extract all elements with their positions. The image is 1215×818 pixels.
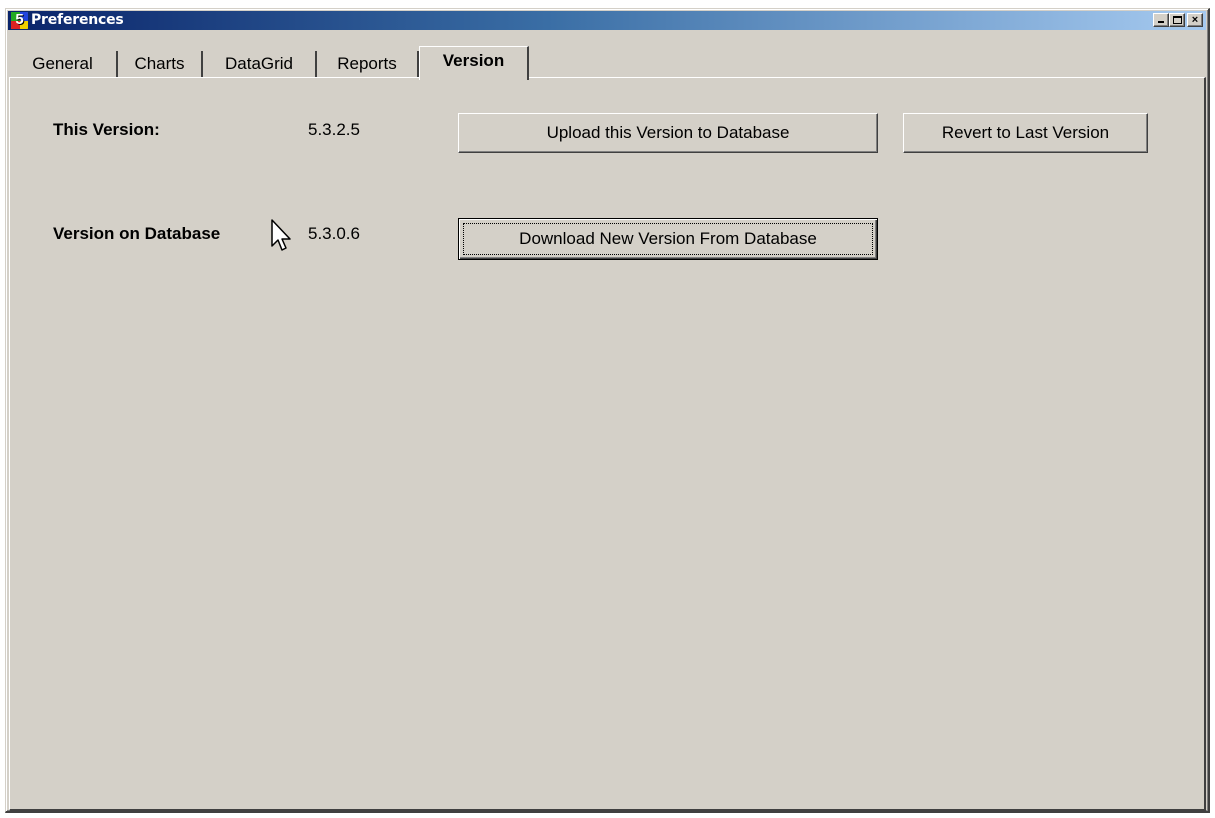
tab-datagrid[interactable]: DataGrid <box>203 51 317 78</box>
tab-version[interactable]: Version <box>419 46 529 80</box>
tab-charts[interactable]: Charts <box>118 51 203 78</box>
preferences-window: 5 Preferences × General Charts DataGrid … <box>5 8 1210 813</box>
window-title: Preferences <box>31 12 124 28</box>
tab-label: Reports <box>337 54 397 73</box>
tab-reports[interactable]: Reports <box>317 51 419 78</box>
close-button[interactable]: × <box>1187 13 1203 27</box>
maximize-icon <box>1173 16 1182 24</box>
tab-label: General <box>32 54 93 73</box>
download-version-button[interactable]: Download New Version From Database <box>458 218 878 260</box>
mouse-pointer-icon <box>271 219 291 251</box>
app-icon[interactable]: 5 <box>11 12 28 29</box>
minimize-button[interactable] <box>1153 13 1169 27</box>
db-version-value: 5.3.0.6 <box>308 224 360 243</box>
title-bar[interactable]: 5 Preferences × <box>8 11 1206 30</box>
tab-label: Charts <box>134 54 185 73</box>
tab-label: DataGrid <box>224 54 294 73</box>
tab-label: Version <box>442 51 505 70</box>
upload-version-button[interactable]: Upload this Version to Database <box>458 113 878 153</box>
minimize-icon <box>1158 21 1164 23</box>
tab-general[interactable]: General <box>9 51 118 78</box>
this-version-value: 5.3.2.5 <box>308 120 360 139</box>
db-version-label: Version on Database <box>53 224 221 243</box>
close-icon: × <box>1191 14 1199 26</box>
version-tab-panel: This Version: 5.3.2.5 Upload this Versio… <box>9 77 1206 811</box>
revert-version-button[interactable]: Revert to Last Version <box>903 113 1148 153</box>
maximize-button[interactable] <box>1169 13 1185 27</box>
this-version-label: This Version: <box>53 120 160 139</box>
